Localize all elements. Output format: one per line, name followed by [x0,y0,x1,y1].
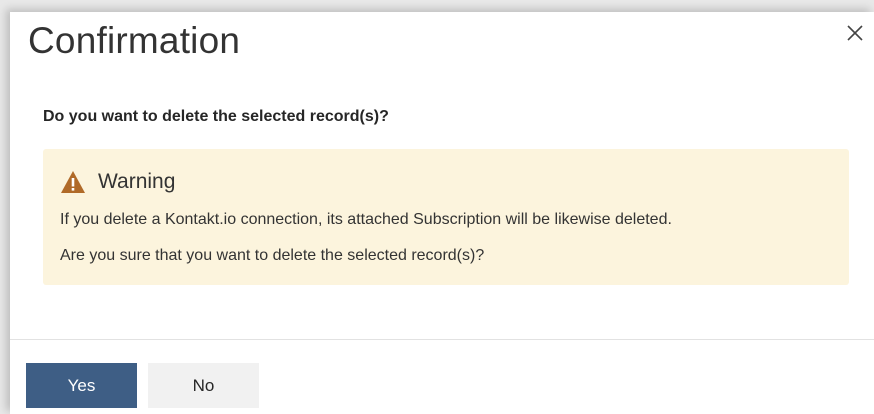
no-button[interactable]: No [148,363,259,408]
close-button[interactable] [844,22,866,44]
confirmation-dialog: Confirmation Do you want to delete the s… [10,12,874,414]
warning-triangle-icon [61,171,85,193]
close-icon [847,25,863,41]
confirmation-question: Do you want to delete the selected recor… [43,108,389,125]
warning-title: Warning [98,170,176,193]
warning-panel: Warning If you delete a Kontakt.io conne… [43,149,849,285]
dialog-title: Confirmation [28,20,241,61]
yes-button[interactable]: Yes [26,363,137,408]
footer-divider [10,339,874,340]
warning-message-confirm: Are you sure that you want to delete the… [60,247,485,264]
warning-message-connection: If you delete a Kontakt.io connection, i… [60,211,672,228]
warning-header: Warning [60,169,175,195]
